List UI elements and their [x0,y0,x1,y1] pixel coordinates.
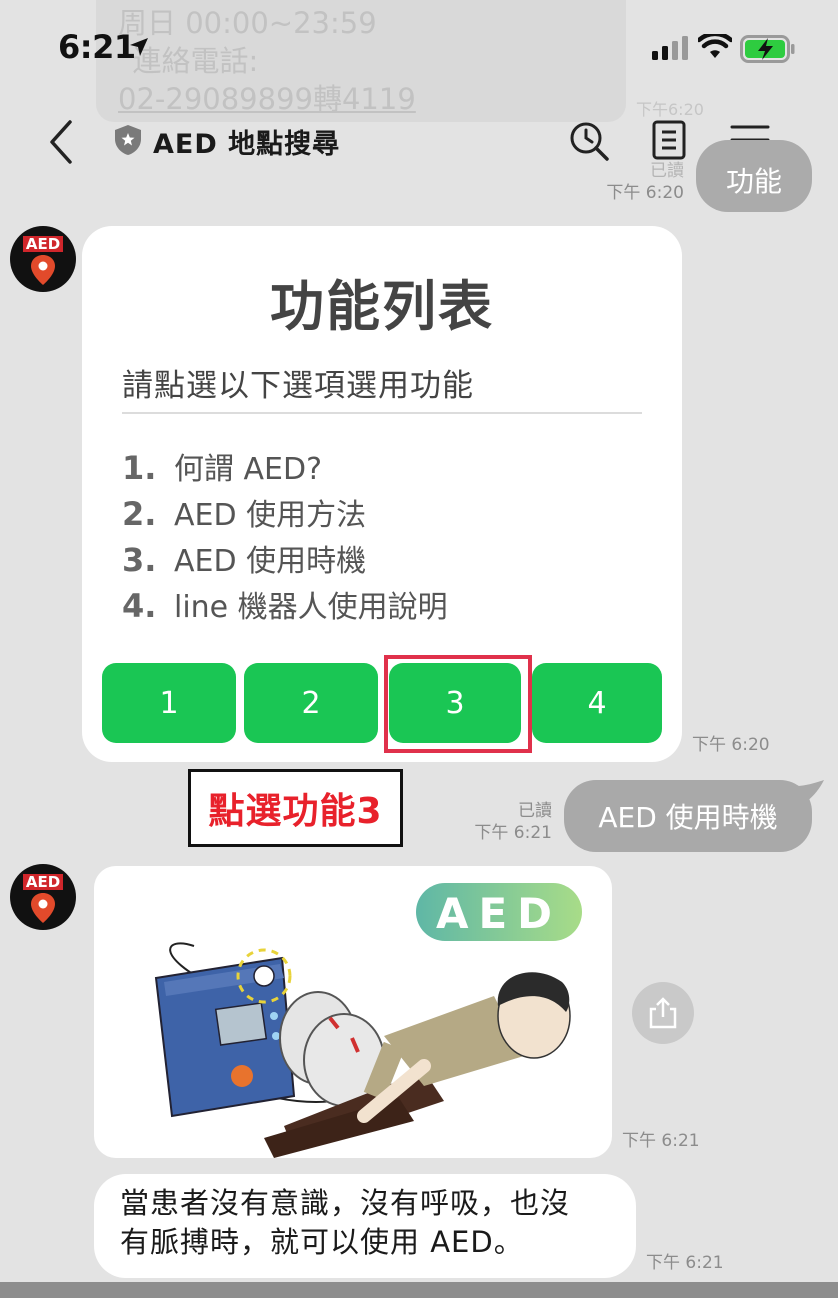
read-receipt: 已讀 [650,161,684,181]
menu-list-item: 2. AED 使用方法 [122,490,366,534]
aed-illustration: AED [154,883,582,1158]
share-button[interactable] [632,982,694,1044]
list-label: line 機器人使用說明 [174,590,448,625]
ghost-phone-label-text: 連絡電話: [132,44,259,78]
chat-title: AED 地點搜尋 [153,129,341,160]
wifi-icon [698,34,732,58]
location-arrow-icon [130,38,148,56]
avatar-label: AED [22,874,64,890]
message-meta: 已讀 下午 6:20 [604,160,684,204]
share-icon [649,997,677,1029]
back-chevron-icon[interactable] [44,118,80,166]
list-label: 何謂 AED? [174,452,323,487]
bot-avatar[interactable]: AED [10,864,76,930]
card-subtitle: 請點選以下選項選用功能 [122,368,474,404]
message-meta: 已讀 下午 6:21 [474,800,552,844]
signal-icon [652,36,688,60]
list-label: AED 使用時機 [174,544,367,579]
map-pin-icon [31,893,55,923]
card-title: 功能列表 [270,275,494,338]
ghost-phone-number: 02-29089899轉4119 [118,82,416,116]
option-button-2[interactable]: 2 [244,663,378,743]
search-history-icon[interactable] [568,120,610,162]
message-time: 下午 6:20 [692,735,770,755]
list-number: 3. [122,541,157,579]
read-receipt: 已讀 [518,801,552,821]
user-message-bubble[interactable]: 功能 [696,140,812,212]
message-time: 下午 6:21 [474,823,552,843]
menu-list-item: 1. 何謂 AED? [122,444,322,488]
option-button-1[interactable]: 1 [102,663,236,743]
option-button-4[interactable]: 4 [532,663,662,743]
list-label: AED 使用方法 [174,498,367,533]
list-number: 2. [122,495,157,533]
list-number: 1. [122,449,157,487]
menu-list-item: 3. AED 使用時機 [122,536,366,580]
bottom-input-bar-edge [0,1282,838,1298]
list-number: 4. [122,587,157,625]
highlight-box [384,655,532,753]
bot-text-line: 當患者沒有意識，沒有呼吸，也沒 [120,1186,571,1220]
message-time: 下午 6:20 [606,183,684,203]
ghost-time: 下午6:20 [636,100,704,119]
bot-text-line: 有脈搏時，就可以使用 AED。 [120,1225,524,1259]
card-divider [122,412,642,414]
official-account-shield-icon [115,125,141,155]
menu-list-item: 4. line 機器人使用說明 [122,582,448,626]
aed-illustration-card[interactable]: AED [94,866,612,1158]
message-time: 下午 6:21 [646,1253,724,1273]
map-pin-icon [31,255,55,285]
bot-text-bubble[interactable]: 當患者沒有意識，沒有呼吸，也沒 有脈搏時，就可以使用 AED。 [94,1174,636,1278]
bot-avatar[interactable]: AED [10,226,76,292]
notes-icon[interactable] [652,120,686,160]
aed-badge-text: AED [436,889,562,938]
battery-charging-icon [740,35,795,63]
user-message-bubble[interactable]: AED 使用時機 [564,780,812,852]
bubble-tail [796,780,824,802]
user-message-text: 功能 [725,165,782,198]
message-time: 下午 6:21 [622,1131,700,1151]
ghost-hours: 周日 00:00~23:59 [118,6,377,40]
chat-screen: 周日 00:00~23:59 連絡電話: 02-29089899轉4119 下午… [0,0,838,1298]
status-time: 6:21 [58,28,136,66]
avatar-label: AED [22,236,64,252]
annotation-label: 點選功能3 [188,769,403,847]
